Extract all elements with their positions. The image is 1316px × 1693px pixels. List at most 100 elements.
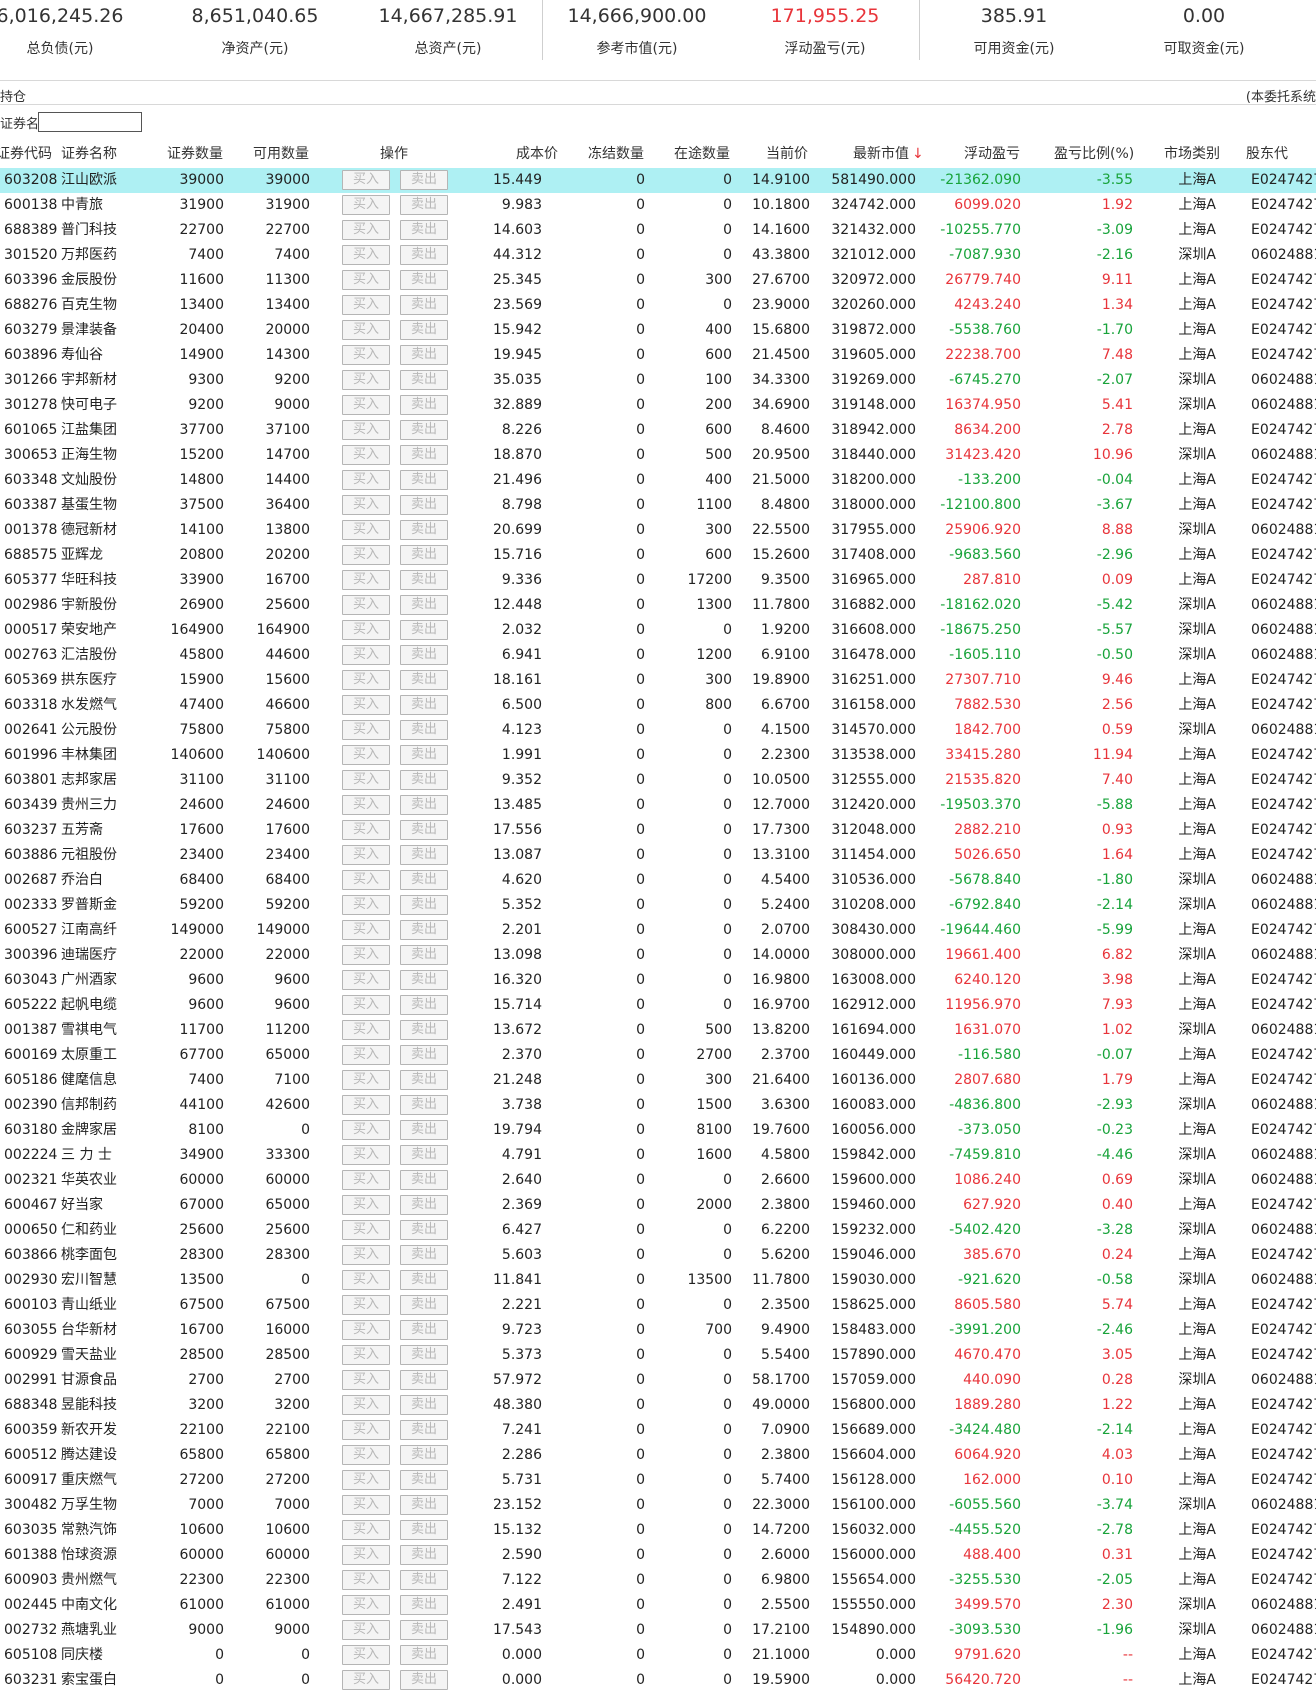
sell-button[interactable]: 卖出: [400, 995, 448, 1015]
sell-button[interactable]: 卖出: [400, 945, 448, 965]
name-filter-input[interactable]: [38, 112, 142, 132]
table-row[interactable]: 603237 五芳斋 17600 17600 17.556 0 0 17.7300 312048…: [0, 818, 1316, 843]
sell-button[interactable]: 卖出: [400, 520, 448, 540]
sell-button[interactable]: 卖出: [400, 470, 448, 490]
buy-button[interactable]: 买入: [342, 1045, 390, 1065]
table-row[interactable]: 002641 公元股份 75800 75800 4.123 0 0 4.1500 314570.…: [0, 718, 1316, 743]
table-row[interactable]: 300482 万孚生物 7000 7000 23.152 0 0 22.3000 156100.…: [0, 1493, 1316, 1518]
buy-button[interactable]: 买入: [342, 320, 390, 340]
buy-button[interactable]: 买入: [342, 570, 390, 590]
table-row[interactable]: 601996 丰林集团 140600 140600 1.991 0 0 2.2300 31353…: [0, 743, 1316, 768]
buy-button[interactable]: 买入: [342, 1420, 390, 1440]
table-row[interactable]: 600103 青山纸业 67500 67500 2.221 0 0 2.3500 158625.…: [0, 1293, 1316, 1318]
buy-button[interactable]: 买入: [342, 370, 390, 390]
sell-button[interactable]: 卖出: [400, 1570, 448, 1590]
buy-button[interactable]: 买入: [342, 670, 390, 690]
table-row[interactable]: 002991 甘源食品 2700 2700 57.972 0 0 58.1700 157059.…: [0, 1368, 1316, 1393]
buy-button[interactable]: 买入: [342, 295, 390, 315]
sell-button[interactable]: 卖出: [400, 545, 448, 565]
buy-button[interactable]: 买入: [342, 1195, 390, 1215]
buy-button[interactable]: 买入: [342, 170, 390, 190]
table-row[interactable]: 688348 昱能科技 3200 3200 48.380 0 0 49.0000 156800.…: [0, 1393, 1316, 1418]
table-row[interactable]: 002445 中南文化 61000 61000 2.491 0 0 2.5500 155550.…: [0, 1593, 1316, 1618]
sell-button[interactable]: 卖出: [400, 870, 448, 890]
col-header-in-transit[interactable]: 在途数量: [674, 143, 730, 165]
sell-button[interactable]: 卖出: [400, 370, 448, 390]
table-row[interactable]: 603866 桃李面包 28300 28300 5.603 0 0 5.6200 159046.…: [0, 1243, 1316, 1268]
buy-button[interactable]: 买入: [342, 420, 390, 440]
table-row[interactable]: 603348 文灿股份 14800 14400 21.496 0 400 21.5000 318…: [0, 468, 1316, 493]
buy-button[interactable]: 买入: [342, 945, 390, 965]
col-header-market-value[interactable]: 最新市值: [853, 143, 909, 165]
sell-button[interactable]: 卖出: [400, 345, 448, 365]
sell-button[interactable]: 卖出: [400, 245, 448, 265]
sell-button[interactable]: 卖出: [400, 1245, 448, 1265]
table-row[interactable]: 603801 志邦家居 31100 31100 9.352 0 0 10.0500 312555…: [0, 768, 1316, 793]
sell-button[interactable]: 卖出: [400, 1395, 448, 1415]
col-header-available[interactable]: 可用数量: [253, 143, 309, 165]
buy-button[interactable]: 买入: [342, 220, 390, 240]
buy-button[interactable]: 买入: [342, 495, 390, 515]
buy-button[interactable]: 买入: [342, 1145, 390, 1165]
buy-button[interactable]: 买入: [342, 1470, 390, 1490]
sell-button[interactable]: 卖出: [400, 820, 448, 840]
sell-button[interactable]: 卖出: [400, 1370, 448, 1390]
sell-button[interactable]: 卖出: [400, 1670, 448, 1690]
buy-button[interactable]: 买入: [342, 970, 390, 990]
table-row[interactable]: 603318 水发燃气 47400 46600 6.500 0 800 6.6700 31615…: [0, 693, 1316, 718]
buy-button[interactable]: 买入: [342, 1320, 390, 1340]
buy-button[interactable]: 买入: [342, 1270, 390, 1290]
sell-button[interactable]: 卖出: [400, 195, 448, 215]
sell-button[interactable]: 卖出: [400, 920, 448, 940]
table-row[interactable]: 002333 罗普斯金 59200 59200 5.352 0 0 5.2400 310208.…: [0, 893, 1316, 918]
sell-button[interactable]: 卖出: [400, 1495, 448, 1515]
buy-button[interactable]: 买入: [342, 995, 390, 1015]
sell-button[interactable]: 卖出: [400, 1045, 448, 1065]
sell-button[interactable]: 卖出: [400, 895, 448, 915]
col-header-frozen[interactable]: 冻结数量: [588, 143, 644, 165]
table-row[interactable]: 600138 中青旅 31900 31900 9.983 0 0 10.1800 324742.…: [0, 193, 1316, 218]
sell-button[interactable]: 卖出: [400, 1345, 448, 1365]
sell-button[interactable]: 卖出: [400, 445, 448, 465]
table-row[interactable]: 603439 贵州三力 24600 24600 13.485 0 0 12.7000 31242…: [0, 793, 1316, 818]
table-row[interactable]: 001387 雪祺电气 11700 11200 13.672 0 500 13.8200 161…: [0, 1018, 1316, 1043]
sell-button[interactable]: 卖出: [400, 970, 448, 990]
table-row[interactable]: 002763 汇洁股份 45800 44600 6.941 0 1200 6.9100 3164…: [0, 643, 1316, 668]
buy-button[interactable]: 买入: [342, 1295, 390, 1315]
table-row[interactable]: 600903 贵州燃气 22300 22300 7.122 0 0 6.9800 155654.…: [0, 1568, 1316, 1593]
table-row[interactable]: 605186 健麾信息 7400 7100 21.248 0 300 21.6400 16013…: [0, 1068, 1316, 1093]
sell-button[interactable]: 卖出: [400, 570, 448, 590]
buy-button[interactable]: 买入: [342, 270, 390, 290]
table-row[interactable]: 603180 金牌家居 8100 0 19.794 0 8100 19.7600 160056.…: [0, 1118, 1316, 1143]
buy-button[interactable]: 买入: [342, 345, 390, 365]
table-row[interactable]: 605108 同庆楼 0 0 0.000 0 0 21.1000 0.000 9791.620 --…: [0, 1643, 1316, 1668]
sell-button[interactable]: 卖出: [400, 220, 448, 240]
buy-button[interactable]: 买入: [342, 1095, 390, 1115]
sell-button[interactable]: 卖出: [400, 845, 448, 865]
col-header-market[interactable]: 市场类别: [1164, 143, 1220, 165]
buy-button[interactable]: 买入: [342, 645, 390, 665]
sell-button[interactable]: 卖出: [400, 1170, 448, 1190]
sell-button[interactable]: 卖出: [400, 395, 448, 415]
buy-button[interactable]: 买入: [342, 195, 390, 215]
sell-button[interactable]: 卖出: [400, 770, 448, 790]
buy-button[interactable]: 买入: [342, 1495, 390, 1515]
table-row[interactable]: 601388 怡球资源 60000 60000 2.590 0 0 2.6000 156000.…: [0, 1543, 1316, 1568]
table-row[interactable]: 600359 新农开发 22100 22100 7.241 0 0 7.0900 156689.…: [0, 1418, 1316, 1443]
sell-button[interactable]: 卖出: [400, 1595, 448, 1615]
col-header-code[interactable]: 证券代码: [0, 143, 52, 165]
sell-button[interactable]: 卖出: [400, 1320, 448, 1340]
table-row[interactable]: 002224 三 力 士 34900 33300 4.791 0 1600 4.5800 159…: [0, 1143, 1316, 1168]
buy-button[interactable]: 买入: [342, 1545, 390, 1565]
sell-button[interactable]: 卖出: [400, 720, 448, 740]
col-header-quantity[interactable]: 证券数量: [167, 143, 223, 165]
table-row[interactable]: 000650 仁和药业 25600 25600 6.427 0 0 6.2200 159232.…: [0, 1218, 1316, 1243]
col-header-floating-pnl[interactable]: 浮动盈亏: [964, 143, 1020, 165]
buy-button[interactable]: 买入: [342, 795, 390, 815]
buy-button[interactable]: 买入: [342, 920, 390, 940]
buy-button[interactable]: 买入: [342, 770, 390, 790]
table-row[interactable]: 603387 基蛋生物 37500 36400 8.798 0 1100 8.4800 3180…: [0, 493, 1316, 518]
sell-button[interactable]: 卖出: [400, 795, 448, 815]
buy-button[interactable]: 买入: [342, 470, 390, 490]
sell-button[interactable]: 卖出: [400, 1645, 448, 1665]
